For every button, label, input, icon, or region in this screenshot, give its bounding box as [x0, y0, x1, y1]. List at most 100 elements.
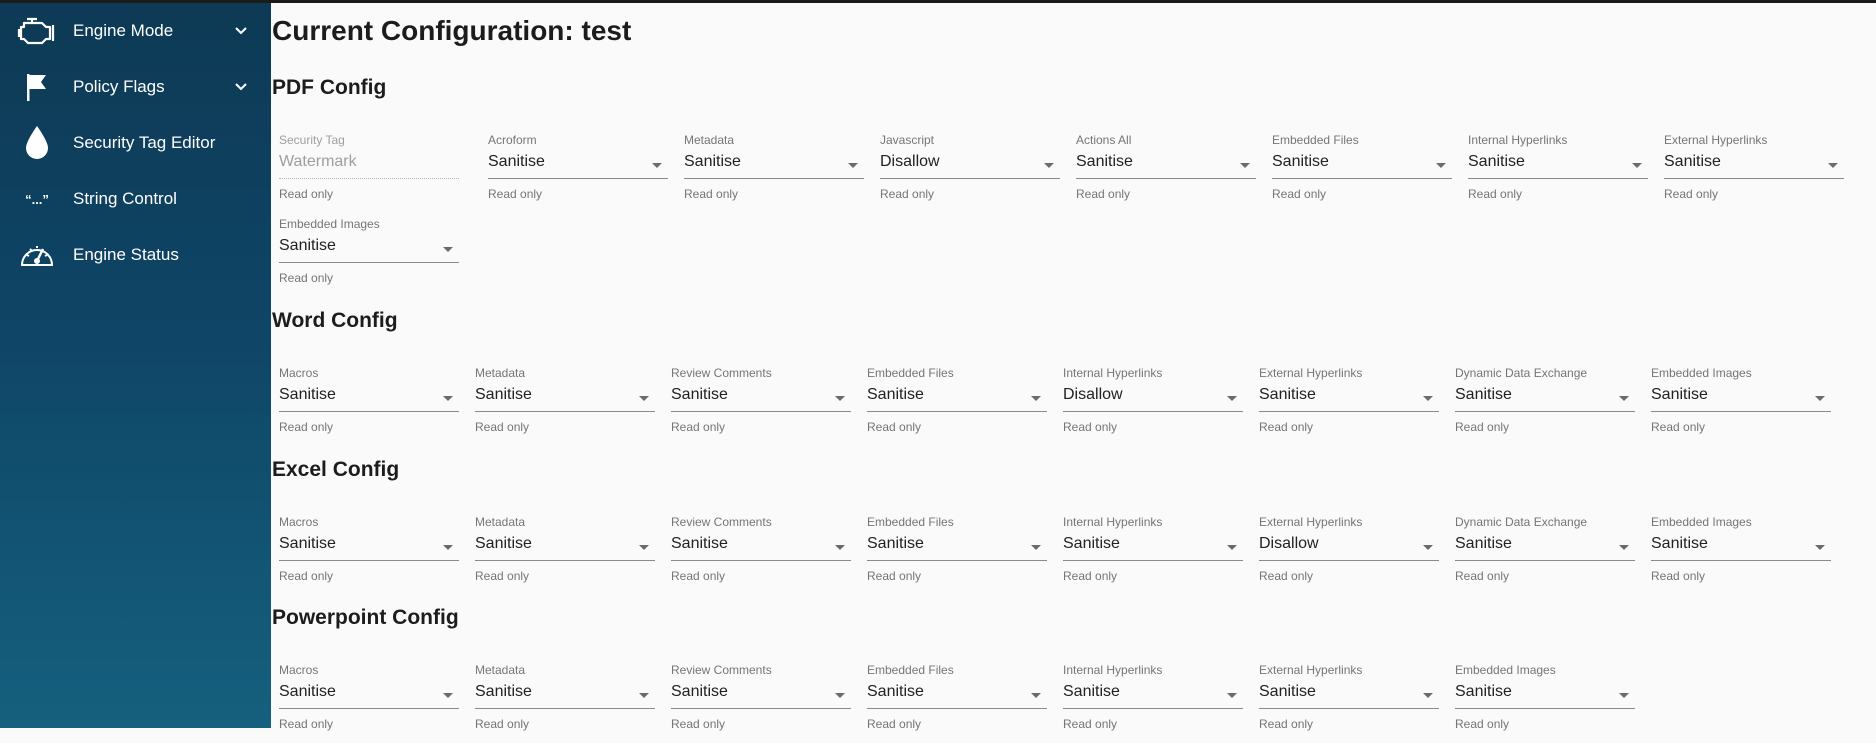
dropdown-arrow-icon[interactable] [1619, 693, 1629, 698]
dropdown-arrow-icon[interactable] [835, 693, 845, 698]
select-value[interactable]: Sanitise [488, 153, 545, 171]
select-field[interactable]: Internal Hyperlinks Sanitise Read only [1055, 515, 1243, 595]
select-field[interactable]: Dynamic Data Exchange Sanitise Read only [1447, 366, 1635, 446]
dropdown-arrow-icon[interactable] [835, 545, 845, 550]
select-field[interactable]: Embedded Images Sanitise Read only [1447, 663, 1635, 743]
select-value[interactable]: Disallow [880, 153, 940, 171]
select-value[interactable]: Sanitise [1455, 535, 1512, 553]
dropdown-arrow-icon[interactable] [1632, 163, 1642, 168]
select-field[interactable]: Embedded Images Sanitise Read only [271, 217, 459, 297]
dropdown-arrow-icon[interactable] [1227, 545, 1237, 550]
select-field[interactable]: Embedded Files Sanitise Read only [859, 515, 1047, 595]
select-value[interactable]: Sanitise [475, 535, 532, 553]
dropdown-arrow-icon[interactable] [1031, 693, 1041, 698]
dropdown-arrow-icon[interactable] [443, 396, 453, 401]
select-value[interactable]: Sanitise [475, 683, 532, 701]
dropdown-arrow-icon[interactable] [1828, 163, 1838, 168]
select-field[interactable]: Internal Hyperlinks Sanitise Read only [1055, 663, 1243, 743]
select-value[interactable]: Sanitise [867, 535, 924, 553]
select-value[interactable]: Sanitise [279, 683, 336, 701]
select-value[interactable]: Sanitise [867, 683, 924, 701]
select-value[interactable]: Sanitise [1259, 386, 1316, 404]
select-value[interactable]: Sanitise [1272, 153, 1329, 171]
dropdown-arrow-icon[interactable] [443, 545, 453, 550]
dropdown-arrow-icon[interactable] [835, 396, 845, 401]
sidebar-item-security-tag-editor[interactable]: Security Tag Editor [0, 115, 271, 171]
dropdown-arrow-icon[interactable] [1227, 693, 1237, 698]
select-value[interactable]: Sanitise [475, 386, 532, 404]
select-field[interactable]: Macros Sanitise Read only [271, 663, 459, 743]
dropdown-arrow-icon[interactable] [652, 163, 662, 168]
dropdown-arrow-icon[interactable] [1815, 396, 1825, 401]
select-field[interactable]: Embedded Images Sanitise Read only [1643, 515, 1831, 595]
select-field[interactable]: Actions All Sanitise Read only [1068, 133, 1256, 213]
select-value[interactable]: Sanitise [1468, 153, 1525, 171]
select-field[interactable]: Macros Sanitise Read only [271, 366, 459, 446]
select-value[interactable]: Sanitise [867, 386, 924, 404]
select-field[interactable]: Embedded Files Sanitise Read only [1264, 133, 1452, 213]
select-field[interactable]: Review Comments Sanitise Read only [663, 366, 851, 446]
dropdown-arrow-icon[interactable] [1815, 545, 1825, 550]
select-field[interactable]: Acroform Sanitise Read only [480, 133, 668, 213]
dropdown-arrow-icon[interactable] [1031, 396, 1041, 401]
sidebar-item-policy-flags[interactable]: Policy Flags [0, 59, 271, 115]
dropdown-arrow-icon[interactable] [1044, 163, 1054, 168]
select-value[interactable]: Sanitise [671, 535, 728, 553]
dropdown-arrow-icon[interactable] [1619, 545, 1629, 550]
chevron-down-icon[interactable] [232, 78, 250, 96]
select-field[interactable]: Metadata Sanitise Read only [676, 133, 864, 213]
dropdown-arrow-icon[interactable] [1423, 545, 1433, 550]
sidebar-item-string-control[interactable]: “...” String Control [0, 171, 271, 227]
sidebar-item-engine-status[interactable]: Engine Status [0, 227, 271, 283]
select-value[interactable]: Sanitise [1664, 153, 1721, 171]
dropdown-arrow-icon[interactable] [443, 693, 453, 698]
select-value[interactable]: Sanitise [1651, 386, 1708, 404]
select-value[interactable]: Sanitise [684, 153, 741, 171]
dropdown-arrow-icon[interactable] [1436, 163, 1446, 168]
dropdown-arrow-icon[interactable] [1423, 693, 1433, 698]
select-field[interactable]: External Hyperlinks Sanitise Read only [1251, 663, 1439, 743]
select-field[interactable]: Dynamic Data Exchange Sanitise Read only [1447, 515, 1635, 595]
select-value[interactable]: Sanitise [671, 386, 728, 404]
dropdown-arrow-icon[interactable] [1227, 396, 1237, 401]
select-value[interactable]: Sanitise [1259, 683, 1316, 701]
select-field[interactable]: Embedded Files Sanitise Read only [859, 663, 1047, 743]
dropdown-arrow-icon[interactable] [1031, 545, 1041, 550]
dropdown-arrow-icon[interactable] [639, 545, 649, 550]
dropdown-arrow-icon[interactable] [1619, 396, 1629, 401]
select-field[interactable]: Internal Hyperlinks Disallow Read only [1055, 366, 1243, 446]
select-field[interactable]: Review Comments Sanitise Read only [663, 515, 851, 595]
select-field[interactable]: Embedded Files Sanitise Read only [859, 366, 1047, 446]
dropdown-arrow-icon[interactable] [1423, 396, 1433, 401]
chevron-down-icon[interactable] [232, 22, 250, 40]
dropdown-arrow-icon[interactable] [639, 693, 649, 698]
select-field[interactable]: Metadata Sanitise Read only [467, 663, 655, 743]
select-field[interactable]: External Hyperlinks Disallow Read only [1251, 515, 1439, 595]
dropdown-arrow-icon[interactable] [639, 396, 649, 401]
dropdown-arrow-icon[interactable] [848, 163, 858, 168]
select-field[interactable]: External Hyperlinks Sanitise Read only [1251, 366, 1439, 446]
select-field[interactable]: Javascript Disallow Read only [872, 133, 1060, 213]
select-value[interactable]: Sanitise [1063, 683, 1120, 701]
dropdown-arrow-icon[interactable] [1240, 163, 1250, 168]
select-value[interactable]: Sanitise [1455, 386, 1512, 404]
select-value[interactable]: Sanitise [1651, 535, 1708, 553]
select-field[interactable]: Metadata Sanitise Read only [467, 515, 655, 595]
select-field[interactable]: Embedded Images Sanitise Read only [1643, 366, 1831, 446]
select-value[interactable]: Sanitise [1063, 535, 1120, 553]
select-value[interactable]: Sanitise [279, 237, 336, 255]
select-value[interactable]: Sanitise [279, 386, 336, 404]
select-value[interactable]: Disallow [1063, 386, 1123, 404]
sidebar-item-engine-mode[interactable]: Engine Mode [0, 3, 271, 59]
select-field[interactable]: External Hyperlinks Sanitise Read only [1656, 133, 1844, 213]
select-value[interactable]: Sanitise [1455, 683, 1512, 701]
select-field[interactable]: Metadata Sanitise Read only [467, 366, 655, 446]
select-field[interactable]: Internal Hyperlinks Sanitise Read only [1460, 133, 1648, 213]
select-value[interactable]: Disallow [1259, 535, 1319, 553]
select-field[interactable]: Review Comments Sanitise Read only [663, 663, 851, 743]
select-value[interactable]: Sanitise [1076, 153, 1133, 171]
dropdown-arrow-icon[interactable] [443, 247, 453, 252]
select-value[interactable]: Sanitise [671, 683, 728, 701]
select-field[interactable]: Macros Sanitise Read only [271, 515, 459, 595]
select-value[interactable]: Sanitise [279, 535, 336, 553]
